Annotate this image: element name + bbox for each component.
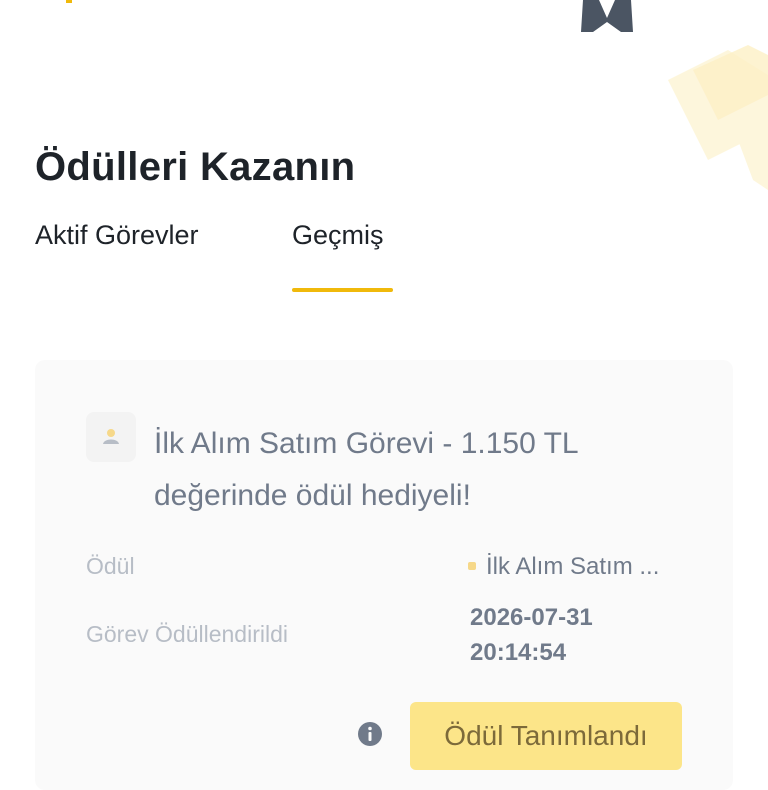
tab-bar: Aktif Görevler Geçmiş <box>35 220 735 300</box>
page-title: Ödülleri Kazanın <box>35 144 356 189</box>
banner-illustration-icon <box>581 0 633 32</box>
reward-value-text: İlk Alım Satım ... <box>486 553 660 580</box>
rewarded-datetime: 2026-07-31 20:14:54 <box>470 600 593 670</box>
info-icon[interactable] <box>357 721 383 747</box>
reward-task-icon <box>86 412 136 462</box>
task-title: İlk Alım Satım Görevi - 1.150 TL değerin… <box>154 427 578 512</box>
banner-decoration-icon <box>668 45 768 190</box>
rewarded-label: Görev Ödüllendirildi <box>86 621 288 647</box>
active-tab-indicator <box>292 288 393 292</box>
rewarded-time: 20:14:54 <box>470 639 567 666</box>
reward-value: İlk Alım Satım ... <box>468 553 659 581</box>
tab-history[interactable]: Geçmiş <box>292 220 384 251</box>
decor-mark <box>66 0 72 3</box>
tab-active-tasks[interactable]: Aktif Görevler <box>35 220 199 251</box>
reward-label: Ödül <box>86 553 135 579</box>
reward-coin-icon <box>468 562 476 570</box>
rewarded-date: 2026-07-31 <box>470 604 593 631</box>
task-card: İlk Alım Satım Görevi - 1.150 TL değerin… <box>35 360 733 790</box>
reward-status-button[interactable]: Ödül Tanımlandı <box>410 702 682 770</box>
